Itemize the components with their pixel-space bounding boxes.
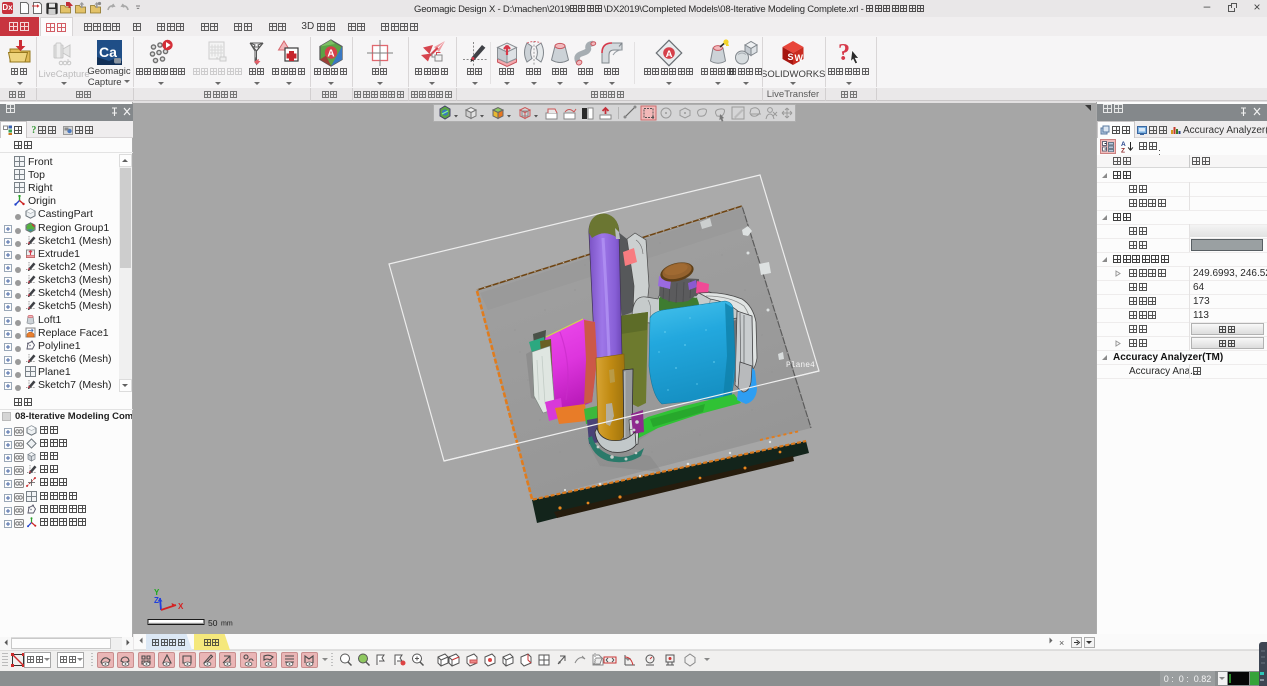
svg-text:mm: mm [221,621,233,628]
svg-text:X: X [178,602,184,611]
svg-text:Z: Z [154,596,159,605]
svg-text:Z: Z [1121,148,1125,154]
svg-text:Plane4: Plane4 [786,361,815,370]
svg-text:S: S [788,52,794,62]
svg-text:?: ? [838,40,850,66]
svg-text:W: W [795,53,804,63]
svg-text:A: A [666,49,673,60]
svg-text:Ca: Ca [99,44,117,60]
svg-text:A: A [327,49,334,60]
svg-text:50: 50 [208,618,218,628]
